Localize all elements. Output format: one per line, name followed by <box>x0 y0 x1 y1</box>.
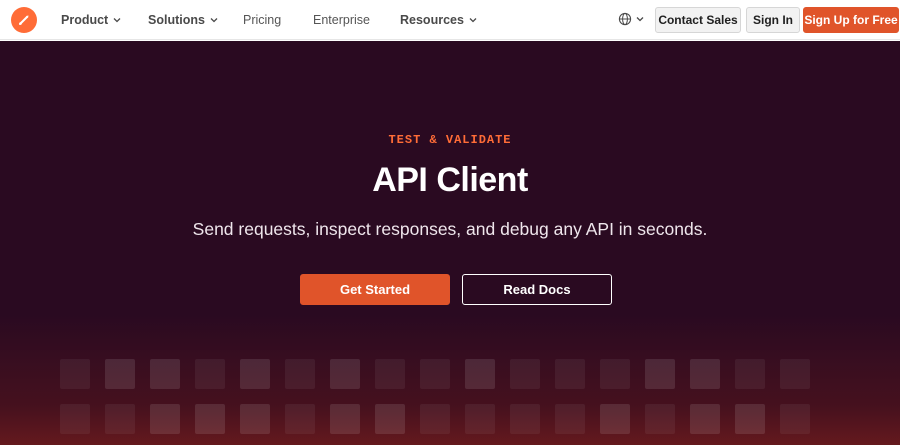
nav-item-label: Solutions <box>148 13 205 27</box>
decorative-tile <box>420 359 450 389</box>
decorative-tile <box>465 404 495 434</box>
decorative-tile <box>285 359 315 389</box>
decorative-tile <box>690 404 720 434</box>
decorative-tile <box>510 404 540 434</box>
decorative-tile <box>420 404 450 434</box>
decorative-tile <box>780 404 810 434</box>
decorative-tile <box>555 359 585 389</box>
read-docs-button[interactable]: Read Docs <box>462 274 612 305</box>
language-selector[interactable] <box>618 12 645 26</box>
nav-item-label: Product <box>61 13 109 27</box>
nav-item-enterprise[interactable]: Enterprise <box>313 0 370 40</box>
decorative-tile <box>60 359 90 389</box>
rocket-logo-icon <box>19 15 29 25</box>
nav-item-label: Enterprise <box>313 13 370 27</box>
nav-item-label: Resources <box>400 13 464 27</box>
decorative-tile <box>60 404 90 434</box>
nav-item-product[interactable]: Product <box>61 0 122 40</box>
decorative-tile <box>555 404 585 434</box>
decorative-tile <box>195 404 225 434</box>
contact-sales-button[interactable]: Contact Sales <box>655 7 741 33</box>
get-started-button[interactable]: Get Started <box>300 274 450 305</box>
decorative-tile <box>240 359 270 389</box>
decorative-tile <box>150 404 180 434</box>
decorative-tile <box>105 359 135 389</box>
decorative-tile <box>150 359 180 389</box>
nav-item-label: Pricing <box>243 13 282 27</box>
decorative-tile <box>735 404 765 434</box>
nav-item-pricing[interactable]: Pricing <box>243 0 281 40</box>
chevron-down-icon <box>469 18 477 23</box>
decorative-tile <box>375 404 405 434</box>
decorative-tile <box>330 359 360 389</box>
hero-subtitle: Send requests, inspect responses, and de… <box>192 219 708 239</box>
sign-in-button[interactable]: Sign In <box>746 7 800 33</box>
chevron-down-icon <box>636 17 644 22</box>
decorative-tile <box>600 359 630 389</box>
decorative-tile <box>645 359 675 389</box>
hero-eyebrow: TEST & VALIDATE <box>388 133 512 147</box>
decorative-tile <box>240 404 270 434</box>
decorative-tile <box>195 359 225 389</box>
decorative-tile <box>330 404 360 434</box>
decorative-tile <box>375 359 405 389</box>
decorative-tile <box>105 404 135 434</box>
decorative-tile <box>735 359 765 389</box>
decorative-tile <box>780 359 810 389</box>
nav-item-solutions[interactable]: Solutions <box>148 0 219 40</box>
decorative-tile <box>510 359 540 389</box>
decorative-tile <box>600 404 630 434</box>
logo[interactable] <box>11 7 37 33</box>
decorative-tile <box>285 404 315 434</box>
decorative-tile <box>465 359 495 389</box>
chevron-down-icon <box>210 18 218 23</box>
nav-item-resources[interactable]: Resources <box>400 0 478 40</box>
hero-section: TEST & VALIDATE API Client Send requests… <box>0 41 900 445</box>
decorative-tile <box>645 404 675 434</box>
chevron-down-icon <box>113 18 121 23</box>
decorative-tile <box>690 359 720 389</box>
page-title: API Client <box>372 161 528 199</box>
sign-up-button[interactable]: Sign Up for Free <box>803 7 899 33</box>
globe-icon <box>618 12 632 26</box>
decorative-tile-grid <box>0 357 900 445</box>
top-navigation: Product Solutions Pricing Enterprise Res… <box>0 0 900 40</box>
